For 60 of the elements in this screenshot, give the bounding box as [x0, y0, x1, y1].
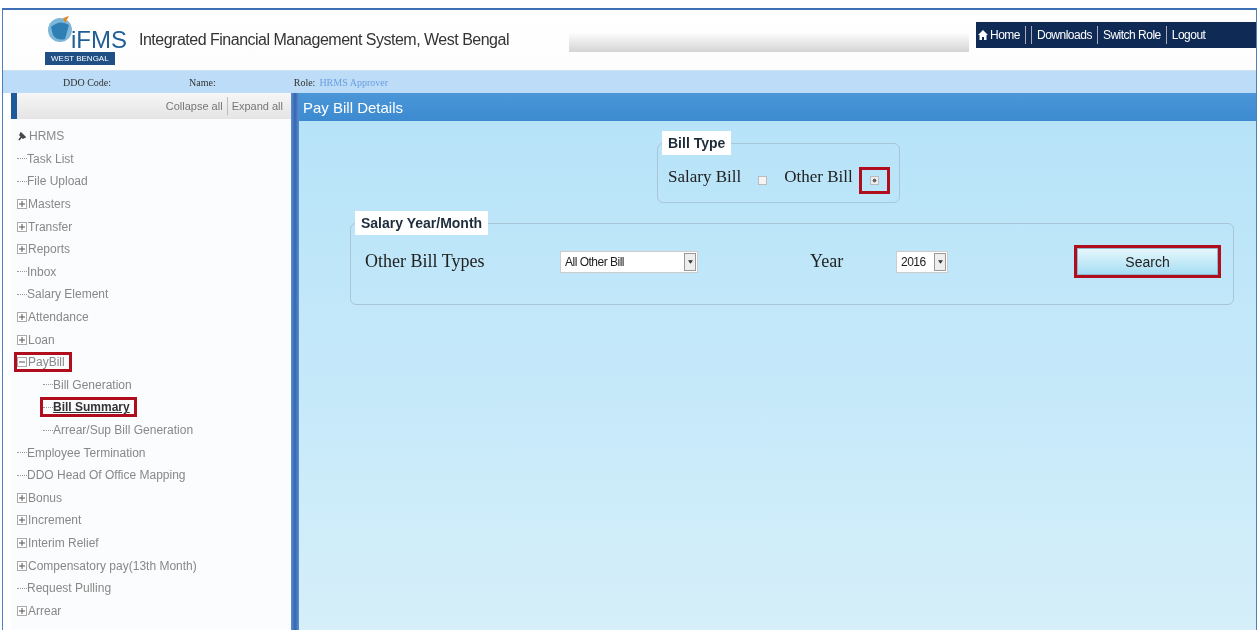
- nav-link[interactable]: Home: [978, 28, 1020, 42]
- tree-item[interactable]: Compensatory pay(13th Month): [28, 558, 197, 573]
- expander-icon[interactable]: [17, 312, 27, 323]
- tree-item[interactable]: Masters: [28, 197, 71, 212]
- logo-subtitle: WEST BENGAL: [45, 52, 115, 65]
- radio-label: Other Bill: [784, 166, 853, 187]
- tree-item[interactable]: Task List: [27, 151, 74, 166]
- expander-icon[interactable]: [17, 605, 27, 616]
- pin-icon: [17, 131, 27, 142]
- expander-icon[interactable]: [17, 492, 27, 503]
- expander-icon[interactable]: [17, 515, 27, 526]
- tree-item[interactable]: File Upload: [27, 174, 88, 189]
- expander-icon[interactable]: [17, 334, 27, 345]
- tree-item[interactable]: DDO Head Of Office Mapping: [27, 468, 186, 483]
- tree-item[interactable]: Arrear: [28, 603, 62, 618]
- dropdown[interactable]: 2016: [896, 250, 948, 273]
- tree-item[interactable]: Request Pulling: [27, 581, 112, 596]
- tree-item[interactable]: Bonus: [28, 490, 63, 505]
- tree-item[interactable]: PayBill: [28, 355, 65, 370]
- expander-icon[interactable]: [17, 199, 27, 210]
- logo-text: iFMS: [71, 28, 127, 52]
- radio-button[interactable]: [758, 176, 768, 185]
- tree-item[interactable]: Arrear/Sup Bill Generation: [53, 423, 194, 437]
- nav-link[interactable]: Switch Role: [1102, 28, 1161, 42]
- expander-icon[interactable]: [17, 538, 27, 548]
- expander-icon[interactable]: [17, 244, 27, 255]
- tree-item[interactable]: Loan: [28, 332, 55, 347]
- dropdown[interactable]: All Other Bill: [560, 250, 698, 273]
- tree-item[interactable]: Interim Relief: [28, 536, 99, 550]
- tree-item[interactable]: Employee Termination: [27, 445, 146, 460]
- info-label: Name:: [189, 76, 216, 88]
- expander-icon[interactable]: [17, 357, 27, 368]
- tree-item[interactable]: Inbox: [27, 264, 57, 279]
- tree-item[interactable]: Bill Summary: [53, 400, 130, 415]
- group-legend: Bill Type: [662, 131, 732, 155]
- home-icon: [978, 30, 988, 40]
- app-title: Integrated Financial Management System, West Bengal: [139, 31, 509, 49]
- nav-link[interactable]: Logout: [1171, 28, 1206, 42]
- info-label: Role:: [293, 76, 316, 88]
- tree-item[interactable]: HRMS: [29, 129, 65, 144]
- radio-button[interactable]: [869, 176, 879, 185]
- field-label: Other Bill Types: [365, 251, 486, 272]
- expander-icon[interactable]: [17, 560, 27, 571]
- info-label: DDO Code:: [63, 76, 112, 88]
- expander-icon[interactable]: [17, 221, 27, 232]
- tree-item[interactable]: Reports: [28, 242, 71, 257]
- tree-item[interactable]: Attendance: [28, 310, 89, 325]
- tree-item[interactable]: Bill Generation: [53, 377, 132, 392]
- radio-label: Salary Bill: [668, 166, 742, 187]
- info-value: HRMS Approver: [319, 76, 388, 88]
- tree-item[interactable]: Transfer: [28, 219, 73, 234]
- tree-item[interactable]: Salary Element: [27, 287, 109, 302]
- field-label: Year: [810, 251, 845, 272]
- nav-link[interactable]: Downloads: [1037, 28, 1092, 42]
- tree-action-link[interactable]: Collapse all: [165, 100, 223, 112]
- group-legend: Salary Year/Month: [355, 211, 489, 235]
- search-button[interactable]: Search: [1077, 248, 1218, 275]
- tree-action-link[interactable]: Expand all: [231, 100, 283, 112]
- tree-item[interactable]: Increment: [28, 513, 82, 528]
- panel-title: Pay Bill Details: [303, 98, 404, 116]
